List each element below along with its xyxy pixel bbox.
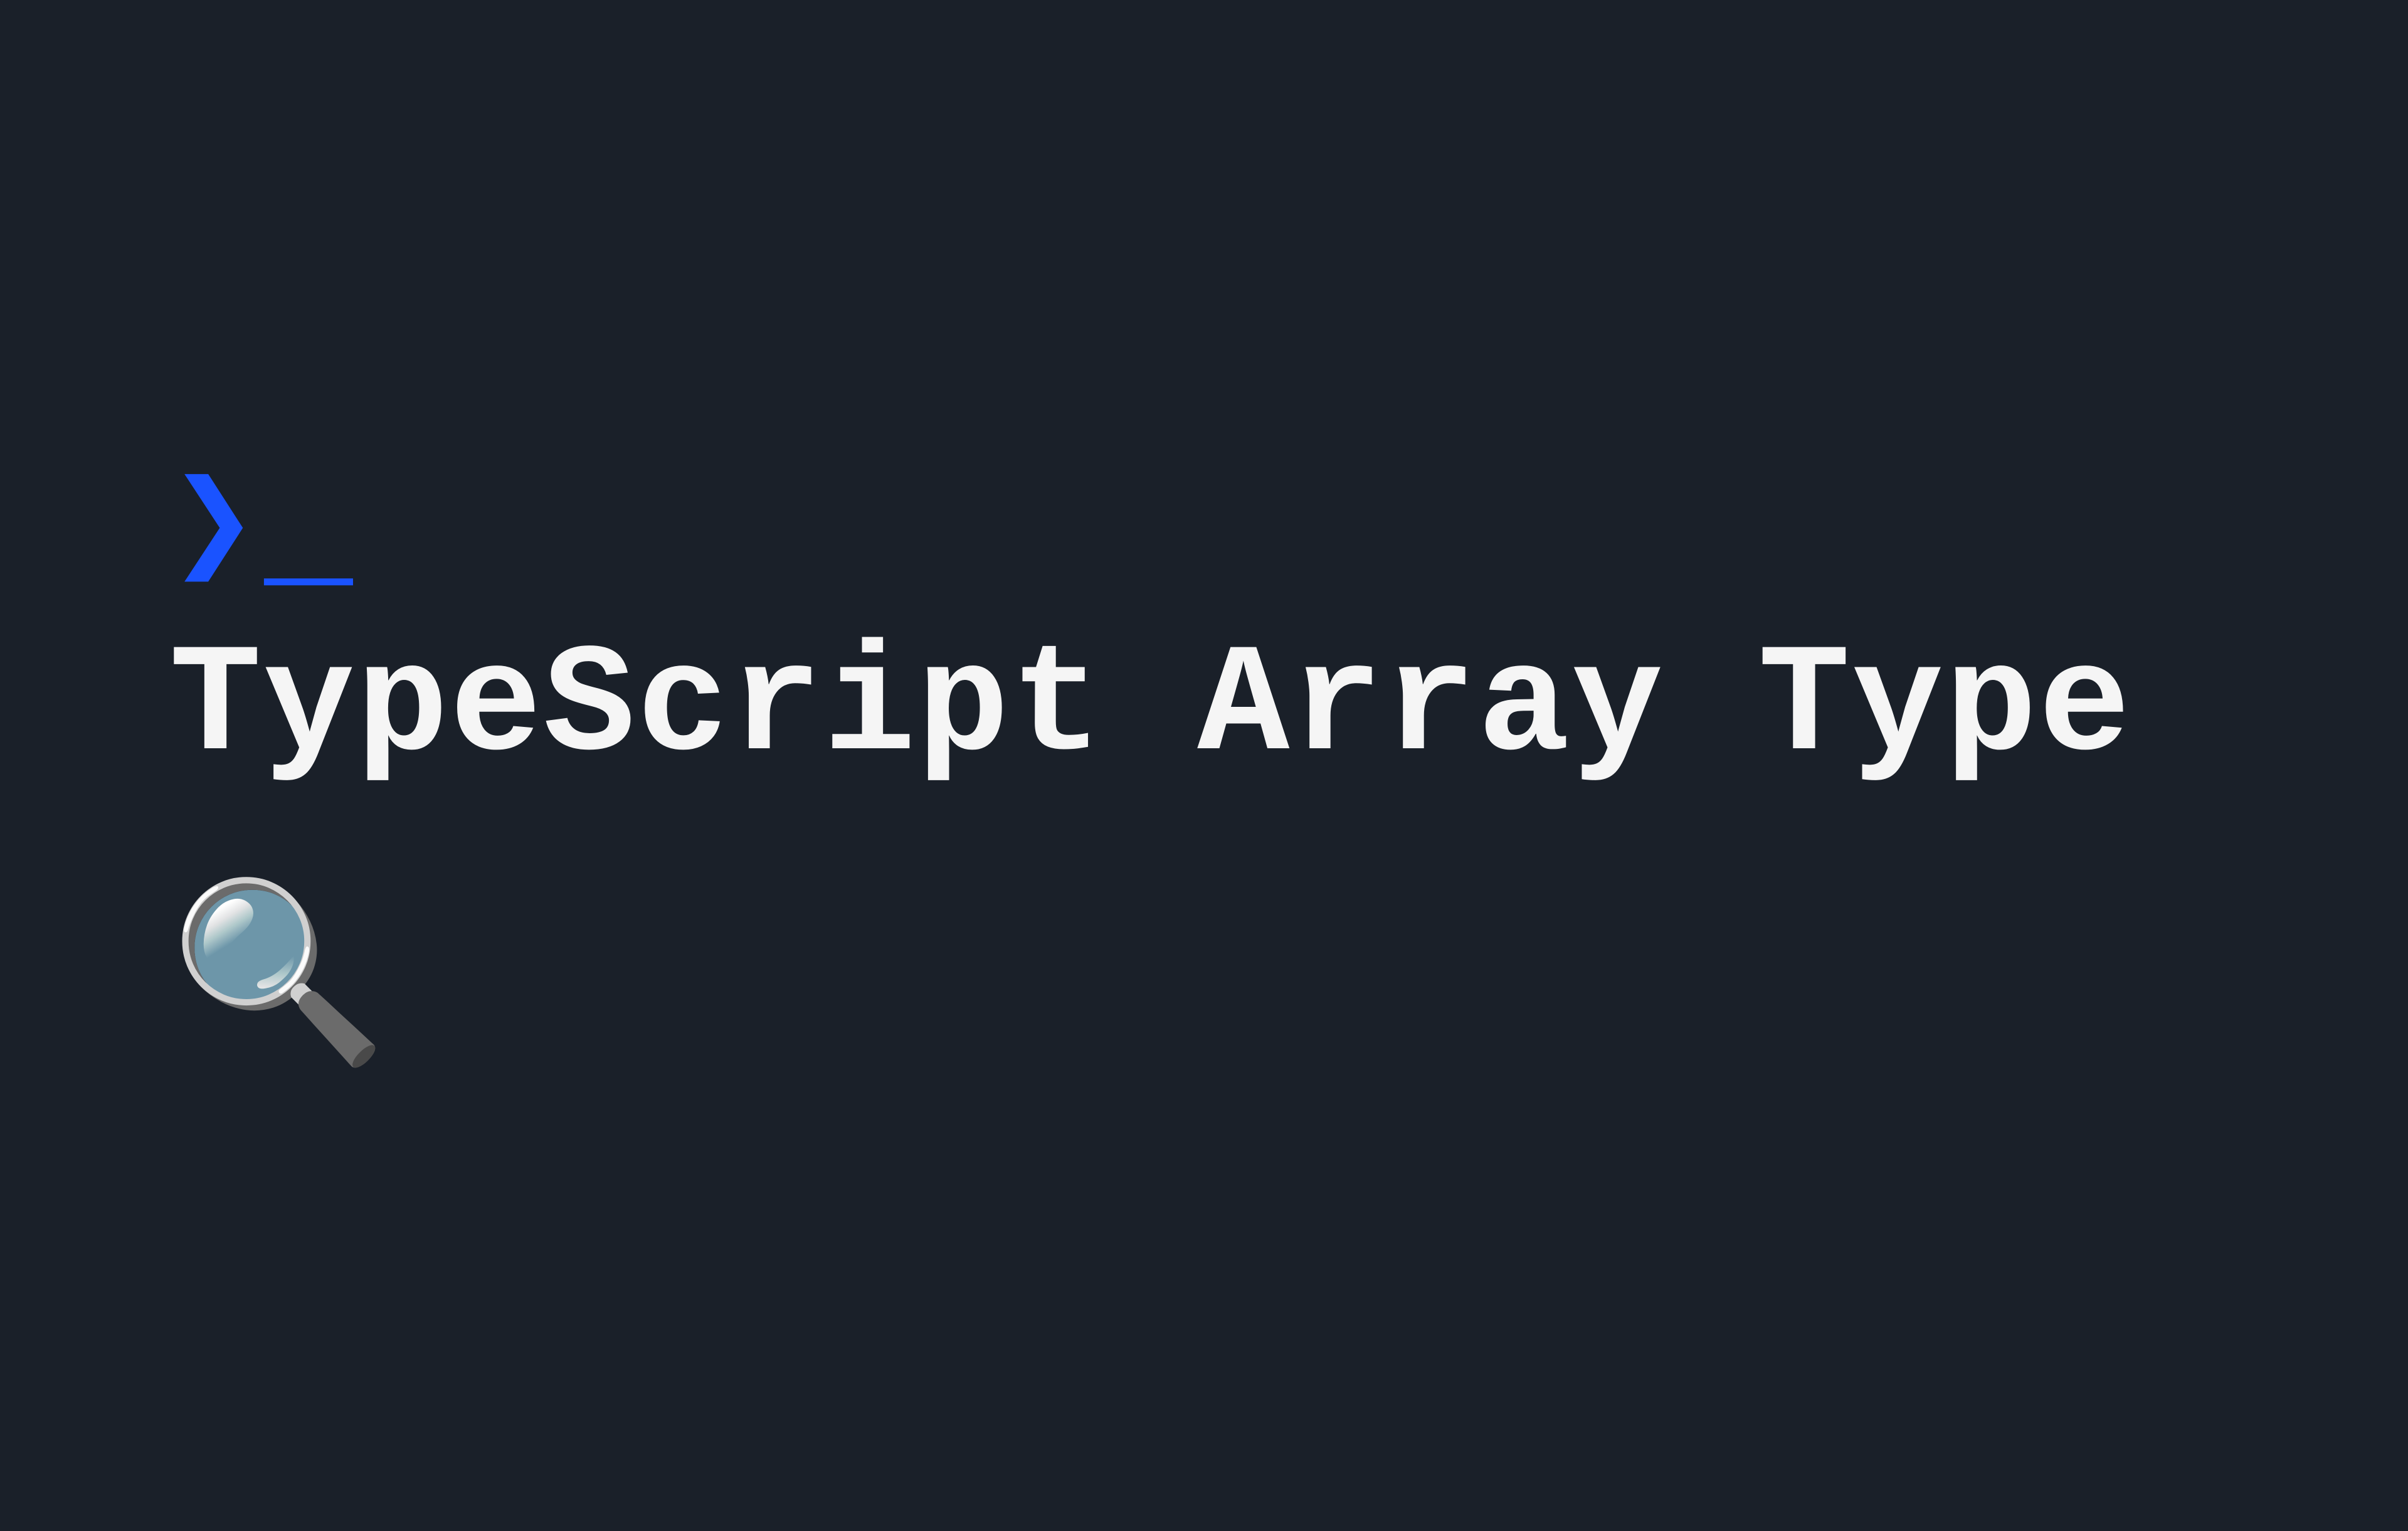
page-title: TypeScript Array Type xyxy=(169,604,2132,812)
chevron-prompt-icon: ❯ xyxy=(169,457,245,604)
magnifier-icon: 🔍 xyxy=(169,899,388,1074)
terminal-prompt-prefix: ❯ _ xyxy=(169,457,353,604)
title-line: ❯ _ TypeScript Array Type xyxy=(169,457,2283,812)
underscore-cursor-icon: _ xyxy=(264,457,352,604)
icon-row: 🔍 xyxy=(169,899,2283,1074)
title-card: ❯ _ TypeScript Array Type 🔍 xyxy=(169,457,2283,1075)
